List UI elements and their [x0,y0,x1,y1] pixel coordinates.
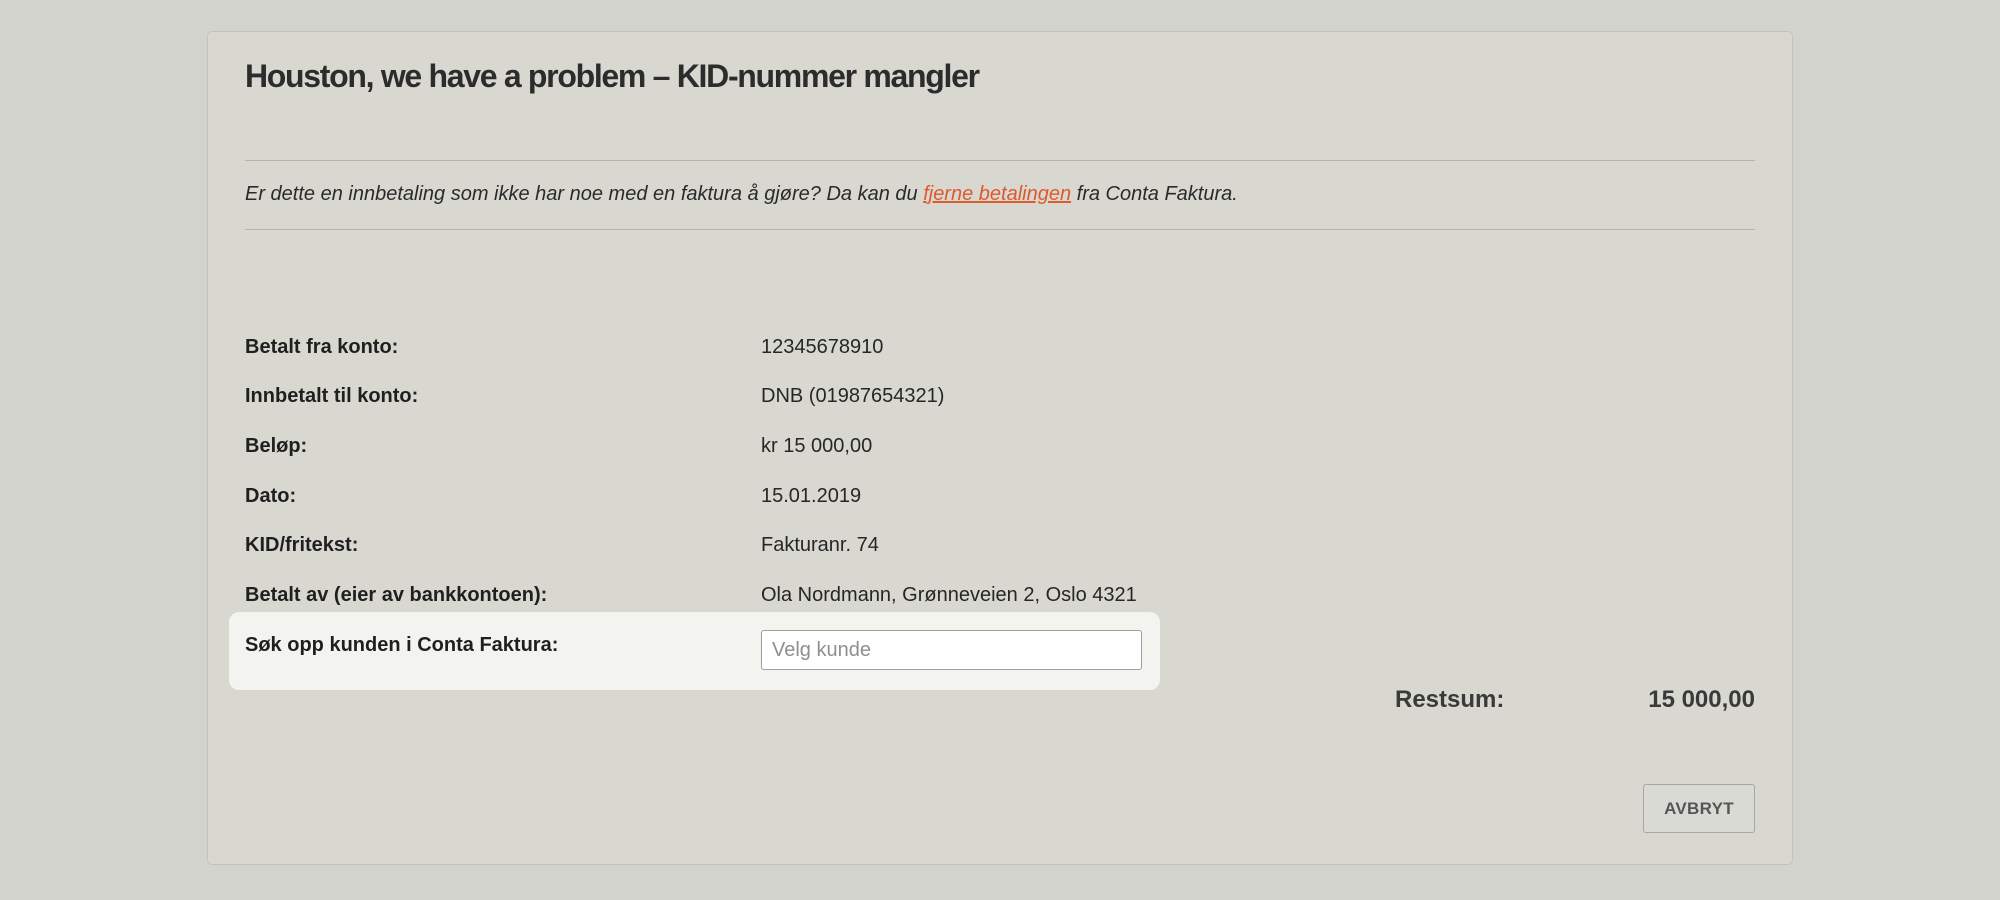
remove-payment-link[interactable]: fjerne betalingen [923,183,1071,205]
kid-label: KID/fritekst: [245,534,359,556]
page: Houston, we have a problem – KID-nummer … [0,0,2000,900]
amount-label: Beløp: [245,435,308,457]
cancel-button[interactable]: AVBRYT [1643,784,1755,833]
info-text-before: Er dette en innbetaling som ikke har noe… [245,183,924,205]
paid-from-account-value: 12345678910 [761,336,884,358]
info-text-after: fra Conta Faktura. [1071,183,1238,205]
divider-top [245,160,1755,161]
paid-from-account-label: Betalt fra konto: [245,336,399,358]
customer-search-input[interactable] [761,630,1142,670]
paid-by-value: Ola Nordmann, Grønneveien 2, Oslo 4321 [761,584,1137,606]
divider-bottom [245,229,1755,230]
paid-by-label: Betalt av (eier av bankkontoen): [245,584,548,606]
customer-search-label: Søk opp kunden i Conta Faktura: [245,634,559,656]
paid-to-account-value: DNB (01987654321) [761,385,945,407]
info-text: Er dette en innbetaling som ikke har noe… [245,183,1238,206]
amount-value: kr 15 000,00 [761,435,873,457]
date-value: 15.01.2019 [761,485,862,507]
kid-value: Fakturanr. 74 [761,534,879,556]
problem-dialog [207,31,1793,865]
restsum-value: 15 000,00 [1648,686,1755,713]
paid-to-account-label: Innbetalt til konto: [245,385,419,407]
date-label: Dato: [245,485,297,507]
dialog-title: Houston, we have a problem – KID-nummer … [245,58,980,94]
restsum-label: Restsum: [1395,686,1505,713]
